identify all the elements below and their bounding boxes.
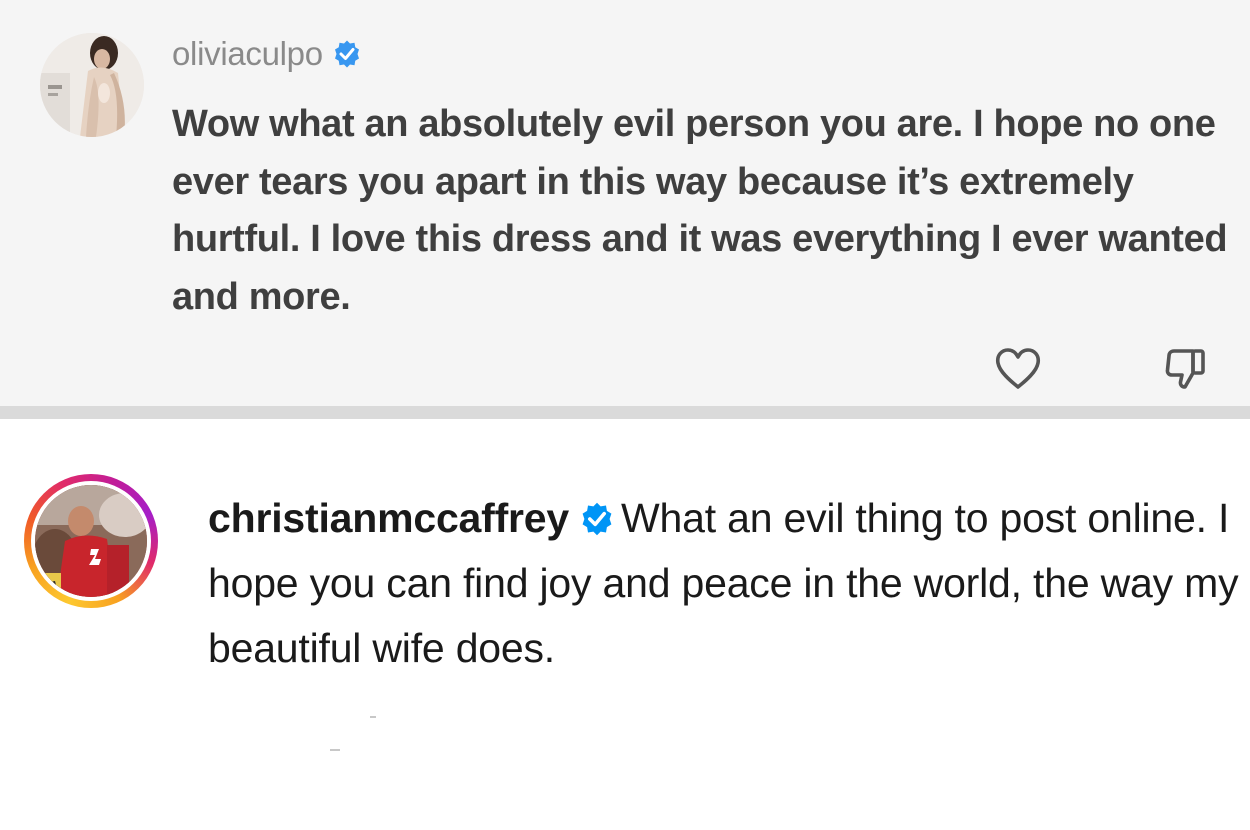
story-ring[interactable] [24, 474, 158, 608]
comment-header: oliviaculpo [172, 32, 362, 76]
comment-text: Wow what an absolutely evil person you a… [172, 103, 1228, 318]
avatar-photo [40, 33, 144, 137]
username[interactable]: christianmccaffrey [208, 495, 569, 541]
avatar-photo [35, 485, 147, 597]
artifact-speck [370, 716, 376, 718]
comment-card-oliviaculpo: oliviaculpo Wow what an absolutely evil … [0, 0, 1250, 406]
verified-badge-icon [334, 40, 359, 68]
comment-body: christianmccaffrey What an evil thing to … [208, 486, 1248, 681]
avatar[interactable] [40, 33, 144, 137]
username[interactable]: oliviaculpo [172, 35, 323, 73]
verified-badge-icon [582, 502, 612, 536]
avatar[interactable] [35, 485, 147, 597]
artifact-speck [330, 749, 340, 751]
thumbs-down-outline-icon[interactable] [1163, 346, 1209, 392]
divider [0, 406, 1250, 419]
heart-outline-icon[interactable] [994, 346, 1042, 392]
comments-screenshot: oliviaculpo Wow what an absolutely evil … [0, 0, 1250, 830]
